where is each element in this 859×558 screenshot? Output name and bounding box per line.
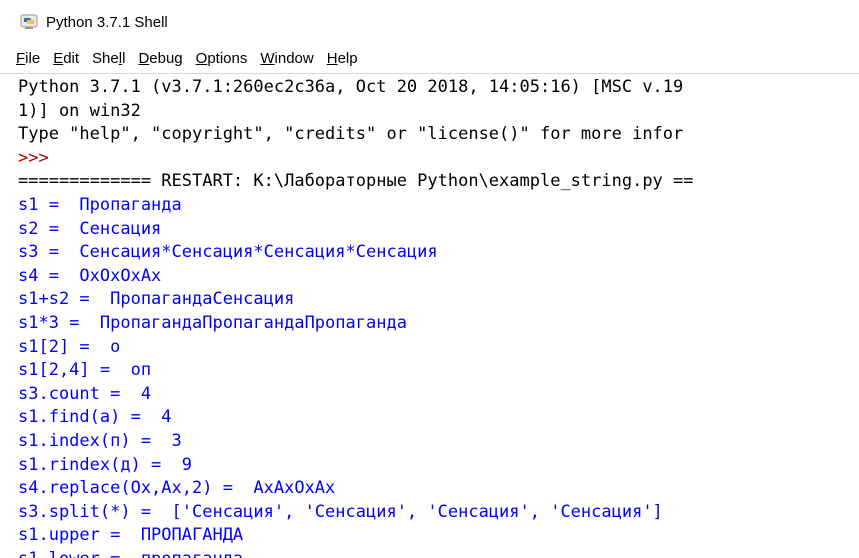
shell-output-line: s1[2,4] = оп [18, 360, 152, 381]
shell-text[interactable]: Python 3.7.1 (v3.7.1:260ec2c36a, Oct 20 … [18, 76, 694, 558]
python-logo-icon [20, 13, 38, 31]
shell-output-line: s4 = ОхОхОхАх [18, 265, 162, 286]
menu-item-help[interactable]: Help [327, 50, 358, 67]
menu-item-options[interactable]: Options [196, 50, 248, 67]
shell-output-line: s1.index(п) = 3 [18, 430, 182, 451]
shell-output-line: s3.split(*) = ['Сенсация', 'Сенсация', '… [18, 501, 663, 522]
shell-output-line: s1.find(а) = 4 [18, 407, 172, 428]
idle-shell-window: Python 3.7.1 Shell File Edit Shell Debug Opt… [0, 0, 859, 558]
shell-text-line: Python 3.7.1 (v3.7.1:260ec2c36a, Oct 20 … [18, 77, 684, 97]
shell-output-line: s1.rindex(д) = 9 [18, 454, 192, 475]
shell-output-line: s1+s2 = ПропагандаСенсация [18, 289, 295, 310]
window-title: Python 3.7.1 Shell [46, 13, 168, 31]
shell-output-line: s1[2] = о [18, 336, 121, 357]
shell-output-line: s2 = Сенсация [18, 218, 162, 239]
menu-item-edit[interactable]: Edit [53, 50, 79, 67]
menu-item-window[interactable]: Window [260, 50, 313, 67]
shell-text-line: 1)] on win32 [18, 100, 141, 121]
shell-output-line: s3 = Сенсация*Сенсация*Сенсация*Сенсация [18, 242, 438, 263]
shell-text-line: ============= RESTART: K:\Лабораторные P… [18, 171, 694, 192]
menu-item-file[interactable]: File [16, 50, 40, 67]
title-bar[interactable]: Python 3.7.1 Shell [0, 0, 859, 44]
shell-output-line: s1.upper = ПРОПАГАНДА [18, 525, 244, 546]
shell-output-line: s1*3 = ПропагандаПропагандаПропаганда [18, 312, 407, 333]
menu-bar: File Edit Shell Debug Options Window Help [0, 44, 859, 74]
shell-output-line: s1.lower = пропаганда [18, 548, 694, 558]
shell-output-line: s3.count = 4 [18, 383, 152, 404]
shell-output-line: s4.replace(Ох,Ах,2) = АхАхОхАх [18, 478, 336, 499]
menu-item-shell[interactable]: Shell [92, 50, 125, 67]
menu-item-debug[interactable]: Debug [138, 50, 182, 67]
shell-output-line: s1 = Пропаганда [18, 194, 182, 215]
shell-text-line: Type "help", "copyright", "credits" or "… [18, 124, 684, 145]
shell-output-area[interactable]: Python 3.7.1 (v3.7.1:260ec2c36a, Oct 20 … [0, 74, 859, 558]
shell-prompt: >>> [18, 147, 49, 168]
